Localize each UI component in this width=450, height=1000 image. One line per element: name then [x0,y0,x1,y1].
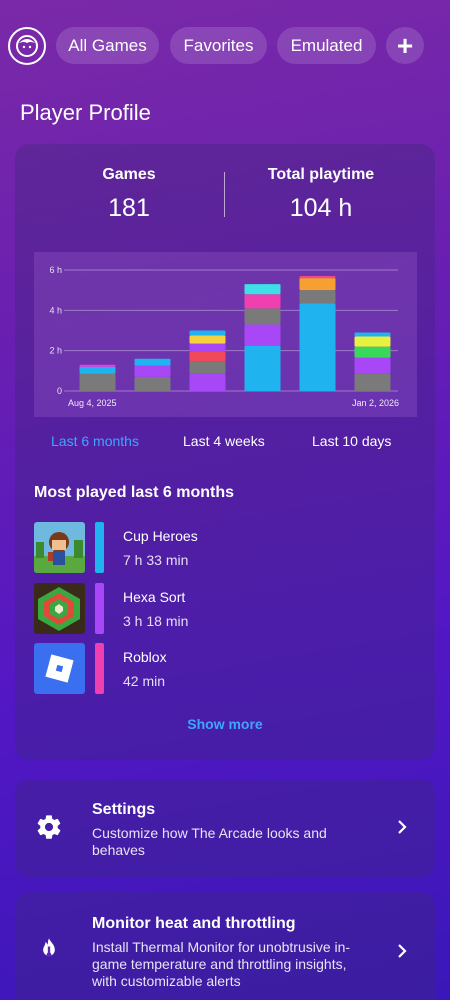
games-label: Games [102,166,156,183]
cup-heroes-thumbnail [34,522,85,573]
most-played-title: Most played last 6 months [34,484,235,501]
monitor-description: Install Thermal Monitor for unobtrusive … [92,939,351,989]
chart-bar-segment [244,324,281,346]
chart-bar-segment [134,376,171,391]
chart-bar-segment [189,343,226,352]
chart-bar-segment [134,358,171,366]
settings-card[interactable]: Settings Customize how The Arcade looks … [15,779,435,877]
game-color-bar [95,583,104,634]
chart-bar-segment [189,373,226,391]
chart-bar-segment [354,357,391,374]
page-title: Player Profile [20,100,151,125]
chart-bar-segment [244,308,281,325]
player-profile-card: Games 181 Total playtime 104 h 0 2 h 4 h 6 … [15,144,435,760]
games-stat: Games 181 [39,166,219,223]
roblox-thumbnail [34,643,85,694]
game-time: 3 h 18 min [123,613,189,629]
chart-bar-segment [79,366,116,374]
chart-bar-segment [354,373,391,391]
period-last-10-days[interactable]: Last 10 days [312,433,391,449]
games-value: 181 [108,194,150,222]
chevron-right-icon [398,820,407,834]
chart-bar-segment [189,335,226,344]
chart-y-tick-label: 2 h [49,346,62,356]
monitor-title: Monitor heat and throttling [92,915,296,932]
game-time: 42 min [123,673,166,689]
top-bar: All Games Favorites Emulated + [0,26,450,66]
add-chip-button[interactable]: + [386,27,424,64]
playtime-label: Total playtime [267,166,375,183]
chart-bar-segment [354,336,391,347]
game-color-bar [95,522,104,573]
settings-title: Settings [92,801,156,818]
chart-bar-segment [244,345,281,391]
chart-bar-segment [299,276,336,279]
playtime-chart-svg: 0 2 h 4 h 6 h Aug 4, 2025 Jan 2, 2026 [49,265,399,408]
period-last-6-months[interactable]: Last 6 months [51,433,139,449]
playtime-chart: 0 2 h 4 h 6 h Aug 4, 2025 Jan 2, 2026 [34,252,417,417]
profile-avatar-icon[interactable] [8,27,46,65]
chip-favorites[interactable]: Favorites [170,27,267,64]
show-more-button[interactable]: Show more [15,716,435,732]
stat-divider [224,172,225,217]
chart-y-tick-label: 0 [57,386,62,396]
chart-bar-segment [189,361,226,374]
game-row-cup-heroes[interactable]: Cup Heroes 7 h 33 min [34,522,414,574]
game-color-bar [95,643,104,694]
chart-y-tick-label: 4 h [49,305,62,315]
game-name: Hexa Sort [123,589,186,605]
settings-description: Customize how The Arcade looks and behav… [92,825,327,858]
gear-icon [37,815,61,839]
chart-bar-segment [79,364,116,367]
playtime-stat: Total playtime 104 h [231,166,411,223]
thermometer-flame-icon [43,938,55,957]
game-row-roblox[interactable]: Roblox 42 min [34,643,414,695]
chart-bar-segment [299,278,336,291]
chart-bar-segment [354,332,391,337]
chart-x-end-label: Jan 2, 2026 [352,398,399,408]
game-name: Cup Heroes [123,528,198,544]
playtime-value: 104 h [289,194,353,222]
hexa-sort-thumbnail [34,583,85,634]
chart-bar-segment [299,290,336,304]
chart-bar-segment [134,365,171,377]
chart-y-tick-label: 6 h [49,265,62,275]
chart-bar-segment [79,373,116,391]
thermal-monitor-card[interactable]: Monitor heat and throttling Install Ther… [15,892,435,1000]
chart-bar-segment [299,303,336,391]
chart-bar-segment [189,330,226,336]
game-row-hexa-sort[interactable]: Hexa Sort 3 h 18 min [34,583,414,635]
chart-x-start-label: Aug 4, 2025 [68,398,117,408]
period-selector: Last 6 months Last 4 weeks Last 10 days [15,433,435,453]
chip-all-games[interactable]: All Games [56,27,159,64]
game-time: 7 h 33 min [123,552,189,568]
chevron-right-icon [398,944,407,958]
chart-bar-segment [244,294,281,309]
chart-bar-segment [189,351,226,362]
game-name: Roblox [123,649,167,665]
period-last-4-weeks[interactable]: Last 4 weeks [183,433,265,449]
chart-bar-segment [244,284,281,295]
chart-bar-segment [354,346,391,358]
chip-emulated[interactable]: Emulated [277,27,376,64]
